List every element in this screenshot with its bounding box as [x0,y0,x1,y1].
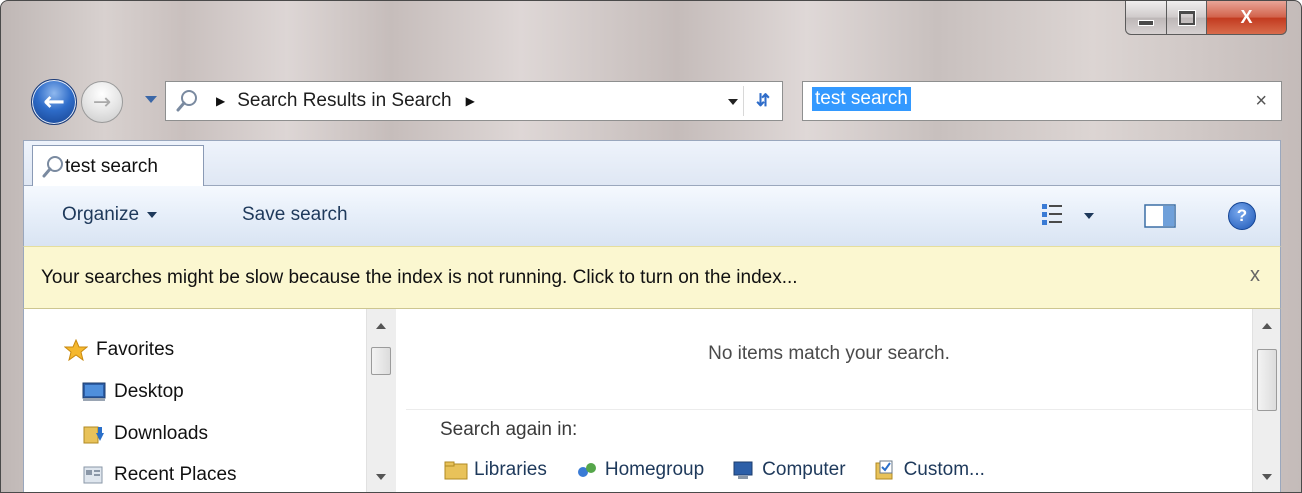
computer-icon [733,461,753,479]
star-icon [64,339,88,361]
close-icon: X [1240,7,1253,27]
back-arrow-icon: ← [43,87,65,117]
libraries-label: Libraries [474,459,547,480]
nav-recent-places-label: Recent Places [114,464,237,485]
search-again-locations: Libraries Homegroup Computer Custom... [444,459,985,481]
index-info-bar[interactable]: Your searches might be slow because the … [23,246,1281,309]
clear-search-icon[interactable]: × [1255,91,1267,111]
maximize-icon [1177,9,1196,26]
scroll-thumb[interactable] [1257,349,1277,411]
libraries-icon [444,461,468,480]
preview-pane-icon[interactable] [1144,204,1176,228]
breadcrumb-arrow-icon[interactable]: ▶ [466,94,475,108]
homegroup-icon [577,463,596,477]
close-button[interactable]: X [1207,1,1287,35]
info-bar-message[interactable]: Your searches might be slow because the … [41,266,798,290]
nav-pane-scrollbar[interactable] [366,309,396,492]
organize-label: Organize [62,204,140,225]
nav-favorites-label: Favorites [96,339,175,360]
results-pane: No items match your search. Search again… [406,309,1252,492]
scroll-down-icon[interactable] [1262,474,1272,480]
nav-downloads-label: Downloads [114,423,208,444]
address-dropdown-icon[interactable] [728,99,738,105]
back-button[interactable]: ← [31,79,77,125]
tab-strip: test search [23,140,1281,187]
homegroup-label: Homegroup [604,459,705,480]
forward-arrow-icon: → [92,89,112,115]
close-info-bar-icon[interactable]: x [1250,264,1260,287]
forward-button[interactable]: → [81,81,123,123]
recent-pages-dropdown-icon[interactable] [145,96,157,103]
scroll-up-icon[interactable] [376,323,386,329]
minimize-icon [1138,19,1154,26]
chevron-down-icon [147,211,158,218]
downloads-folder-icon [83,426,104,444]
command-bar: Organize Save search ? [23,186,1281,246]
scroll-thumb[interactable] [371,347,391,375]
nav-recent-places[interactable]: Recent Places [82,464,237,486]
address-divider [743,86,744,116]
scroll-up-icon[interactable] [1262,323,1272,329]
views-dropdown-icon[interactable] [1084,213,1094,219]
empty-results-message: No items match your search. [708,343,950,364]
desktop-icon [82,382,106,401]
search-icon [176,90,197,112]
caption-buttons: X [1125,1,1287,35]
help-icon[interactable]: ? [1228,202,1256,230]
save-search-button[interactable]: Save search [242,202,348,228]
explorer-window: X ← → ▶ Search Results in Search ▶ ⇵ tes… [0,0,1302,493]
change-view-icon[interactable] [1041,202,1063,228]
recent-places-icon [83,466,103,484]
search-again-label: Search again in: [440,419,578,440]
search-input[interactable]: test search × [802,81,1282,121]
search-icon [42,155,63,177]
navigation-pane: Favorites Desktop Downloads Recent Place… [24,309,404,492]
nav-desktop-label: Desktop [114,381,184,402]
search-again-computer[interactable]: Computer [732,459,846,481]
content-area: Favorites Desktop Downloads Recent Place… [23,309,1281,492]
nav-downloads[interactable]: Downloads [82,423,208,445]
organize-button[interactable]: Organize [62,202,158,228]
maximize-button[interactable] [1167,1,1207,35]
search-again-homegroup[interactable]: Homegroup [575,459,704,481]
tab-label: test search [65,155,158,177]
custom-folder-icon [875,460,893,480]
search-again-custom[interactable]: Custom... [874,459,985,481]
nav-favorites[interactable]: Favorites [64,339,174,361]
nav-desktop[interactable]: Desktop [82,381,184,403]
breadcrumb-search-results[interactable]: Search Results in Search [237,90,451,112]
divider [406,409,1252,410]
custom-label: Custom... [903,459,985,480]
address-bar[interactable]: ▶ Search Results in Search ▶ ⇵ [165,81,783,121]
refresh-icon[interactable]: ⇵ [750,88,776,114]
computer-label: Computer [762,459,846,480]
search-again-libraries[interactable]: Libraries [444,459,547,481]
scroll-down-icon[interactable] [376,474,386,480]
minimize-button[interactable] [1125,1,1167,35]
search-input-value[interactable]: test search [812,87,911,111]
tab-test-search[interactable]: test search [32,145,204,187]
breadcrumb-arrow-icon[interactable]: ▶ [216,94,225,108]
results-scrollbar[interactable] [1252,309,1280,492]
